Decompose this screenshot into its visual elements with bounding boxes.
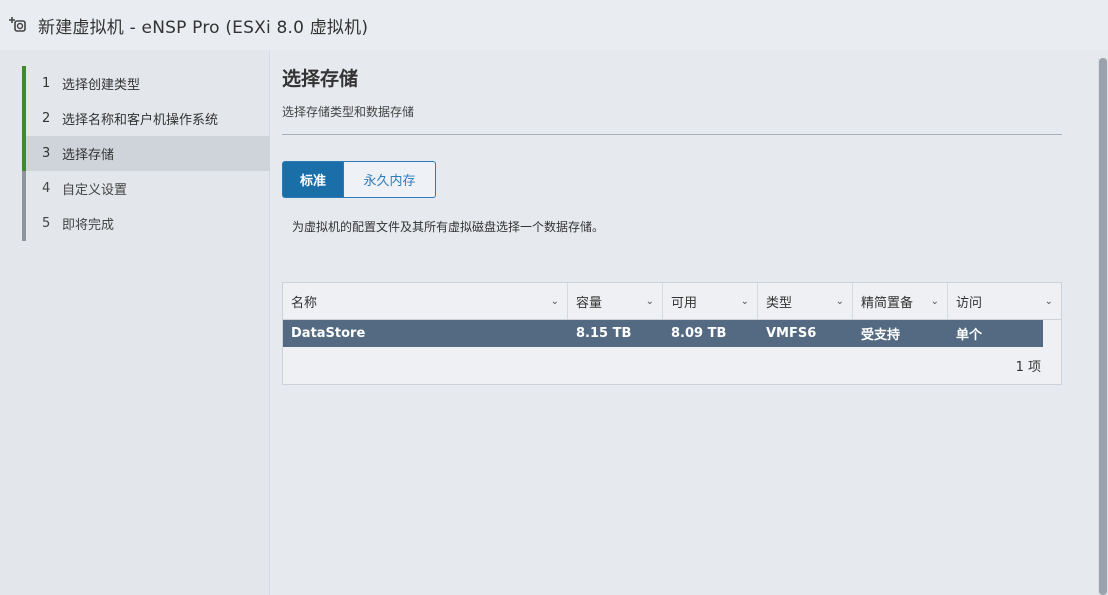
column-header-type[interactable]: 类型 ⌄: [758, 283, 853, 319]
step-number: 5: [42, 216, 51, 231]
step-number: 3: [42, 146, 51, 161]
column-header-free[interactable]: 可用 ⌄: [663, 283, 758, 319]
table-footer: 1 项: [283, 347, 1061, 384]
chevron-down-icon[interactable]: ⌄: [836, 296, 844, 307]
page-title: 选择存储: [282, 68, 359, 90]
step-ready-to-complete[interactable]: 5 即将完成: [22, 206, 270, 241]
chevron-down-icon[interactable]: ⌄: [1045, 296, 1053, 307]
step-number: 1: [42, 76, 51, 91]
step-select-name-os[interactable]: 2 选择名称和客户机操作系统: [22, 101, 270, 136]
step-label: 即将完成: [62, 218, 115, 233]
storage-description: 为虚拟机的配置文件及其所有虚拟磁盘选择一个数据存储。: [292, 220, 605, 234]
column-header-thin-provisioning[interactable]: 精简置备 ⌄: [853, 283, 948, 319]
step-label: 自定义设置: [62, 183, 128, 198]
step-select-creation-type[interactable]: 1 选择创建类型: [22, 66, 270, 101]
column-header-access[interactable]: 访问 ⌄: [948, 283, 1061, 319]
step-number: 4: [42, 181, 51, 196]
scrollbar-thumb[interactable]: [1099, 58, 1107, 595]
step-number: 2: [42, 111, 51, 126]
chevron-down-icon[interactable]: ⌄: [551, 296, 559, 307]
cell-type: VMFS6: [766, 326, 817, 341]
cell-access: 单个: [956, 328, 983, 343]
title-bar: 新建虚拟机 - eNSP Pro (ESXi 8.0 虚拟机): [0, 0, 1108, 50]
chevron-down-icon[interactable]: ⌄: [646, 296, 654, 307]
main-content: 选择存储 选择存储类型和数据存储 标准 永久内存 为虚拟机的配置文件及其所有虚拟…: [282, 60, 1072, 590]
table-row[interactable]: DataStore 8.15 TB 8.09 TB VMFS6 受支持 单个: [283, 320, 1043, 347]
add-vm-icon: [6, 13, 32, 37]
step-label: 选择存储: [62, 148, 115, 163]
window-title: 新建虚拟机 - eNSP Pro (ESXi 8.0 虚拟机): [38, 17, 369, 38]
step-customize-settings[interactable]: 4 自定义设置: [22, 171, 270, 206]
divider: [282, 134, 1062, 135]
cell-capacity: 8.15 TB: [576, 326, 632, 341]
wizard-steps-panel: 1 选择创建类型 2 选择名称和客户机操作系统 3 选择存储 4 自定义设置 5…: [0, 50, 270, 595]
step-label: 选择创建类型: [62, 78, 141, 93]
cell-name: DataStore: [291, 326, 366, 341]
vertical-scrollbar[interactable]: [1098, 58, 1108, 595]
step-label: 选择名称和客户机操作系统: [62, 113, 219, 128]
persistent-memory-button[interactable]: 永久内存: [344, 161, 436, 198]
cell-free: 8.09 TB: [671, 326, 727, 341]
item-count: 1 项: [1015, 360, 1041, 375]
datastore-table: 名称 ⌄ 容量 ⌄ 可用 ⌄ 类型 ⌄ 精简置备 ⌄ 访问 ⌄ DataStor…: [282, 282, 1062, 385]
step-select-storage[interactable]: 3 选择存储: [22, 136, 270, 171]
storage-type-toggle: 标准 永久内存: [282, 161, 1072, 198]
column-header-capacity[interactable]: 容量 ⌄: [568, 283, 663, 319]
column-header-name[interactable]: 名称 ⌄: [283, 283, 568, 319]
chevron-down-icon[interactable]: ⌄: [931, 296, 939, 307]
standard-button[interactable]: 标准: [282, 161, 344, 198]
page-subtitle: 选择存储类型和数据存储: [282, 105, 415, 119]
table-header: 名称 ⌄ 容量 ⌄ 可用 ⌄ 类型 ⌄ 精简置备 ⌄ 访问 ⌄: [283, 283, 1061, 320]
chevron-down-icon[interactable]: ⌄: [741, 296, 749, 307]
cell-thin-provisioning: 受支持: [861, 328, 901, 343]
